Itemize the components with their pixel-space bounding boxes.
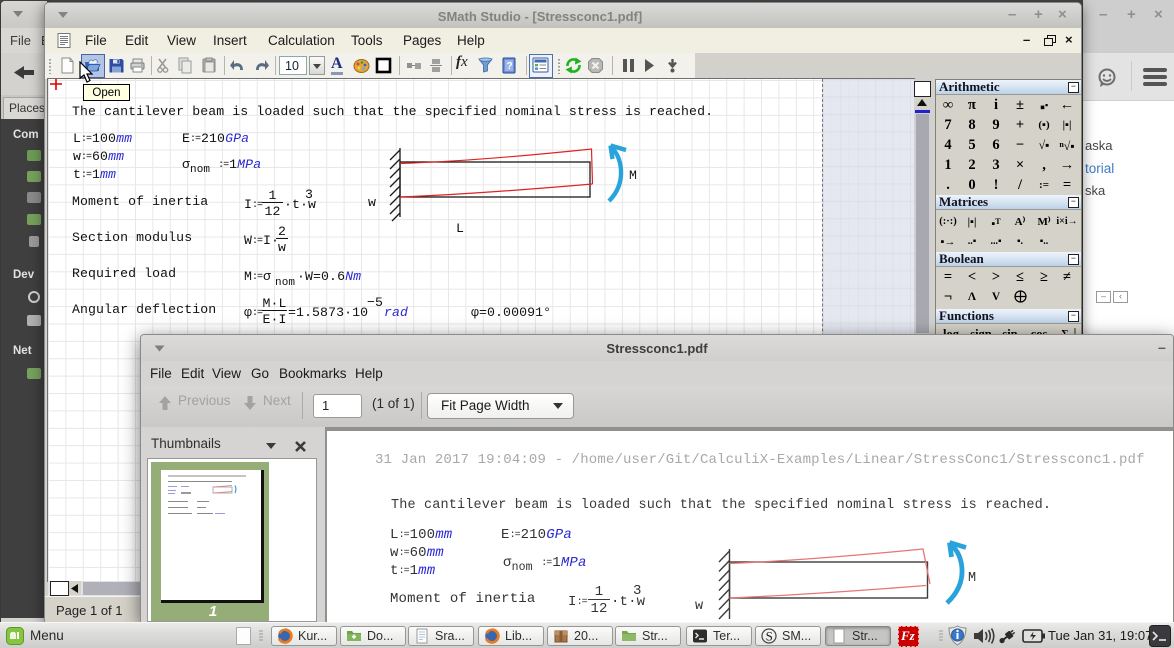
svg-text:S: S [766, 629, 773, 644]
svg-text:L: L [456, 221, 464, 236]
svg-text:?: ? [507, 61, 513, 72]
svg-text:M: M [629, 168, 637, 183]
svg-text:w: w [368, 195, 376, 210]
svg-text:w: w [695, 599, 703, 614]
svg-text:M: M [968, 571, 976, 586]
